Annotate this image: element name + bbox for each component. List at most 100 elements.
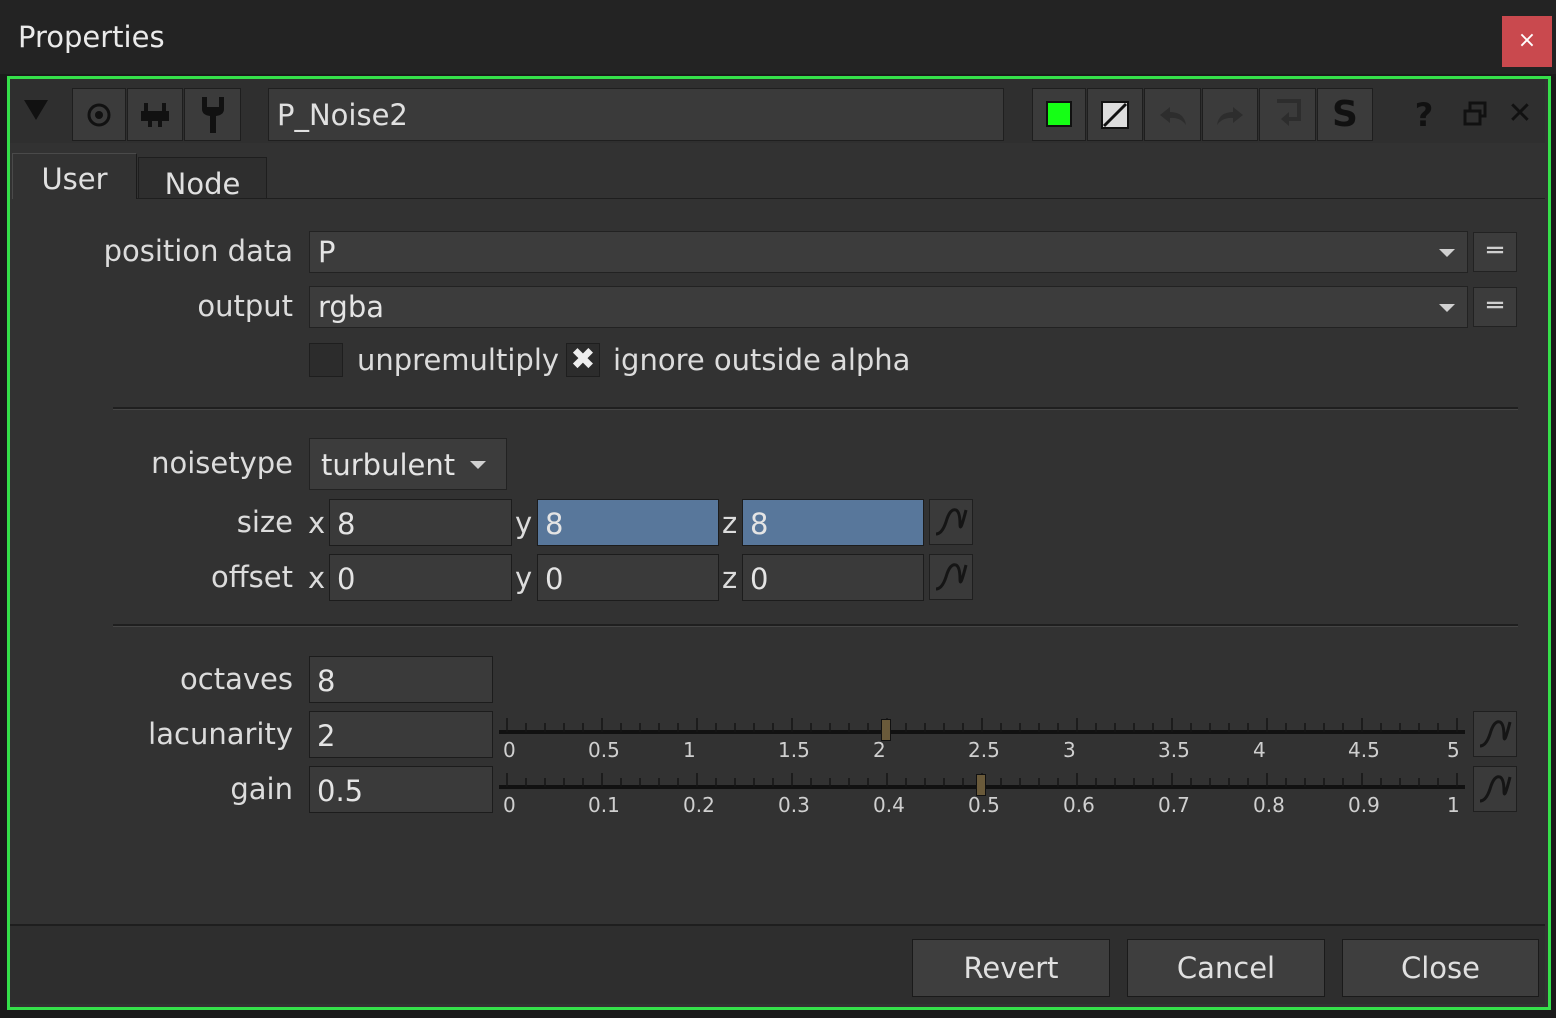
offset-y-input[interactable]: 0 [537, 554, 719, 601]
s-icon: S [1332, 94, 1358, 135]
gain-tick-label: 0.4 [873, 793, 905, 817]
gain-tick-label: 0.5 [968, 793, 1000, 817]
position-data-link-button[interactable]: ═ [1473, 232, 1517, 272]
lacunarity-tick-label: 5 [1447, 738, 1460, 762]
tab-node[interactable]: Node [138, 157, 267, 201]
revert-knobs-button[interactable] [1259, 88, 1316, 141]
knob-button[interactable] [127, 88, 183, 141]
close-button[interactable]: Close [1342, 939, 1539, 997]
divider [113, 407, 1518, 410]
window-title: Properties [18, 20, 165, 54]
lacunarity-label: lacunarity [148, 717, 293, 751]
unpremultiply-checkbox[interactable] [309, 343, 343, 377]
node-name-field[interactable]: P_Noise2 [268, 88, 1004, 141]
gain-slider-handle[interactable] [976, 774, 986, 796]
gain-tick-label: 0.8 [1253, 793, 1285, 817]
offset-curve-button[interactable] [929, 554, 973, 600]
output-link-button[interactable]: ═ [1473, 287, 1517, 327]
lacunarity-tick-label: 4 [1253, 738, 1266, 762]
gain-slider[interactable]: 0 0.1 0.2 0.3 0.4 0.5 0.6 0.7 0.8 0.9 1 [499, 763, 1465, 819]
window-titlebar [0, 0, 1556, 74]
output-label: output [197, 289, 293, 323]
gain-tick-label: 0.7 [1158, 793, 1190, 817]
noisetype-dropdown[interactable]: turbulent [309, 438, 507, 490]
diagonal-swatch-icon [1101, 101, 1129, 129]
lacunarity-input[interactable]: 2 [309, 711, 493, 758]
gain-tick-label: 0 [503, 793, 516, 817]
redo-button[interactable] [1202, 88, 1258, 141]
tab-user[interactable]: User [12, 153, 137, 201]
redo-icon [1217, 107, 1243, 125]
viewer-button[interactable] [72, 88, 126, 141]
gain-tick-label: 0.6 [1063, 793, 1095, 817]
lacunarity-tick-label: 3 [1063, 738, 1076, 762]
ignore-outside-alpha-label: ignore outside alpha [613, 343, 911, 377]
node-color-button[interactable] [1032, 88, 1086, 141]
float-icon[interactable] [1462, 101, 1488, 127]
gain-tick-label: 0.1 [588, 793, 620, 817]
offset-z-input[interactable]: 0 [742, 554, 924, 601]
curve-icon [935, 508, 968, 536]
lacunarity-slider[interactable]: 0 0.5 1 1.5 2 2.5 3 3.5 4 4.5 5 [499, 708, 1465, 764]
lacunarity-tick-label: 0.5 [588, 738, 620, 762]
chevron-down-icon [1439, 304, 1455, 312]
diagonal-swatch-button[interactable] [1087, 88, 1143, 141]
size-y-input[interactable]: 8 [537, 499, 719, 546]
help-icon[interactable]: ? [1410, 96, 1438, 134]
lacunarity-tick-label: 4.5 [1348, 738, 1380, 762]
collapse-arrow-icon[interactable] [24, 100, 48, 120]
lacunarity-slider-handle[interactable] [881, 719, 891, 741]
size-y-label: y [515, 506, 533, 540]
position-data-dropdown[interactable]: P [309, 231, 1468, 273]
gain-tick-label: 0.9 [1348, 793, 1380, 817]
revert-button[interactable]: Revert [912, 939, 1110, 997]
lacunarity-tick-label: 0 [503, 738, 516, 762]
lacunarity-tick-label: 3.5 [1158, 738, 1190, 762]
lacunarity-tick-label: 1 [683, 738, 696, 762]
position-data-value: P [318, 235, 336, 269]
wrench-icon [201, 97, 224, 133]
viewer-icon [87, 103, 111, 127]
size-x-label: x [308, 506, 326, 540]
close-panel-icon[interactable]: ✕ [1506, 96, 1534, 131]
curve-icon [935, 563, 968, 591]
curve-icon [1479, 775, 1512, 803]
ignore-outside-alpha-checkbox[interactable]: ✖ [566, 343, 600, 377]
revert-icon [1276, 99, 1301, 126]
noisetype-value: turbulent [321, 448, 456, 482]
divider [113, 624, 1518, 627]
gain-tick-label: 0.2 [683, 793, 715, 817]
lacunarity-tick-label: 1.5 [778, 738, 810, 762]
lacunarity-tick-label: 2.5 [968, 738, 1000, 762]
cancel-button[interactable]: Cancel [1127, 939, 1325, 997]
output-value: rgba [318, 290, 385, 324]
size-label: size [236, 505, 293, 539]
offset-x-input[interactable]: 0 [329, 554, 512, 601]
curve-icon [1479, 720, 1512, 748]
offset-z-label: z [722, 561, 738, 595]
size-x-input[interactable]: 8 [329, 499, 512, 546]
knob-icon [141, 103, 169, 127]
undo-button[interactable] [1144, 88, 1201, 141]
position-data-label: position data [103, 234, 293, 268]
green-color-swatch [1046, 101, 1072, 127]
size-curve-button[interactable] [929, 499, 973, 545]
octaves-input[interactable]: 8 [309, 656, 493, 703]
unpremultiply-label: unpremultiply [357, 343, 560, 377]
wrench-button[interactable] [184, 88, 241, 141]
output-dropdown[interactable]: rgba [309, 286, 1468, 328]
window-close-button[interactable]: × [1502, 16, 1552, 67]
lacunarity-tick-label: 2 [873, 738, 886, 762]
offset-y-label: y [515, 561, 533, 595]
gain-input[interactable]: 0.5 [309, 766, 493, 813]
size-z-label: z [722, 506, 738, 540]
gain-tick-label: 1 [1447, 793, 1460, 817]
gain-label: gain [230, 772, 293, 806]
undo-icon [1159, 107, 1186, 125]
gain-tick-label: 0.3 [778, 793, 810, 817]
gain-curve-button[interactable] [1473, 766, 1517, 812]
s-button[interactable]: S [1317, 88, 1373, 141]
chevron-down-icon [470, 461, 486, 469]
size-z-input[interactable]: 8 [742, 499, 924, 546]
lacunarity-curve-button[interactable] [1473, 711, 1517, 757]
